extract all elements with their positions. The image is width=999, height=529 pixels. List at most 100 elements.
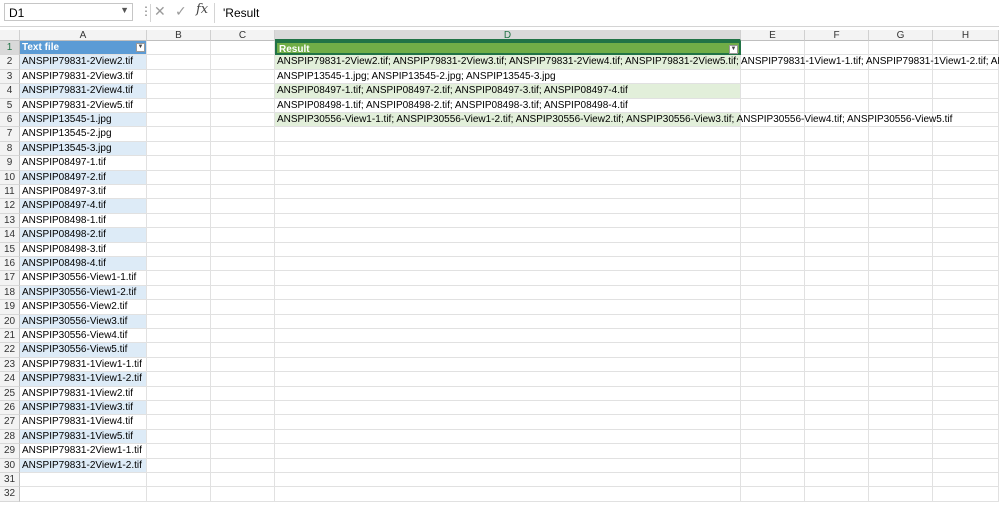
cell-a15[interactable]: ANSPIP08498-3.tif	[20, 242, 147, 257]
cell-f25[interactable]	[805, 386, 869, 401]
cell-c16[interactable]	[211, 257, 275, 272]
cell-h14[interactable]	[933, 228, 999, 243]
cell-f11[interactable]	[805, 185, 869, 200]
cell-h11[interactable]	[933, 185, 999, 200]
cell-b13[interactable]	[147, 213, 211, 229]
cell-g12[interactable]	[869, 199, 933, 214]
cell-b27[interactable]	[147, 415, 211, 430]
cell-d24[interactable]	[275, 372, 741, 387]
cell-a2[interactable]: ANSPIP79831-2View2.tif	[20, 55, 147, 70]
cell-d22[interactable]	[275, 343, 741, 358]
cell-b10[interactable]	[147, 170, 211, 185]
cell-b31[interactable]	[147, 473, 211, 488]
cell-d14[interactable]	[275, 228, 741, 243]
cell-f32[interactable]	[805, 487, 869, 502]
cell-d6[interactable]: ANSPIP30556-View1-1.tif; ANSPIP30556-Vie…	[275, 113, 952, 128]
cell-e23[interactable]	[741, 357, 805, 373]
cell-g11[interactable]	[869, 185, 933, 200]
select-all-corner[interactable]	[0, 30, 20, 41]
row-header[interactable]: 29	[0, 444, 20, 459]
column-header-e[interactable]: E	[741, 30, 805, 41]
cell-e26[interactable]	[741, 401, 805, 416]
cell-h9[interactable]	[933, 156, 999, 171]
chevron-down-icon[interactable]: ▼	[120, 5, 129, 15]
row-header[interactable]: 6	[0, 113, 20, 128]
cell-b12[interactable]	[147, 199, 211, 214]
cell-d29[interactable]	[275, 444, 741, 459]
cell-b11[interactable]	[147, 185, 211, 200]
cell-a9[interactable]: ANSPIP08497-1.tif	[20, 156, 147, 171]
cell-b21[interactable]	[147, 329, 211, 344]
cell-d8[interactable]	[275, 141, 741, 157]
cell-d18[interactable]	[275, 285, 741, 301]
cell-e21[interactable]	[741, 329, 805, 344]
cell-a1[interactable]: Text file ▼	[20, 41, 147, 56]
cell-e11[interactable]	[741, 185, 805, 200]
cell-g16[interactable]	[869, 257, 933, 272]
cell-d3[interactable]: ANSPIP13545-1.jpg; ANSPIP13545-2.jpg; AN…	[275, 69, 741, 85]
cell-e9[interactable]	[741, 156, 805, 171]
cell-a12[interactable]: ANSPIP08497-4.tif	[20, 199, 147, 214]
cell-h7[interactable]	[933, 127, 999, 142]
cancel-icon[interactable]: ✕	[154, 3, 166, 20]
cell-h18[interactable]	[933, 285, 999, 301]
cell-e25[interactable]	[741, 386, 805, 401]
cell-c26[interactable]	[211, 401, 275, 416]
column-header-g[interactable]: G	[869, 30, 933, 41]
cell-g30[interactable]	[869, 458, 933, 473]
cell-g5[interactable]	[869, 98, 933, 113]
cell-g7[interactable]	[869, 127, 933, 142]
cell-b9[interactable]	[147, 156, 211, 171]
row-header[interactable]: 31	[0, 473, 20, 488]
cell-h28[interactable]	[933, 429, 999, 445]
cell-b19[interactable]	[147, 300, 211, 315]
cell-a5[interactable]: ANSPIP79831-2View5.tif	[20, 98, 147, 113]
cell-g32[interactable]	[869, 487, 933, 502]
row-header[interactable]: 15	[0, 242, 20, 257]
cell-g10[interactable]	[869, 170, 933, 185]
cell-c25[interactable]	[211, 386, 275, 401]
row-header[interactable]: 30	[0, 458, 20, 473]
cell-f1[interactable]	[805, 41, 869, 56]
cell-b22[interactable]	[147, 343, 211, 358]
cell-b4[interactable]	[147, 84, 211, 99]
cell-h25[interactable]	[933, 386, 999, 401]
cell-d9[interactable]	[275, 156, 741, 171]
cell-b24[interactable]	[147, 372, 211, 387]
cell-e19[interactable]	[741, 300, 805, 315]
cell-a26[interactable]: ANSPIP79831-1View3.tif	[20, 401, 147, 416]
row-header[interactable]: 4	[0, 84, 20, 99]
cell-e27[interactable]	[741, 415, 805, 430]
cell-b2[interactable]	[147, 55, 211, 70]
row-header[interactable]: 13	[0, 213, 20, 229]
cell-c29[interactable]	[211, 444, 275, 459]
row-header[interactable]: 9	[0, 156, 20, 171]
cell-h32[interactable]	[933, 487, 999, 502]
cell-f30[interactable]	[805, 458, 869, 473]
row-header[interactable]: 10	[0, 170, 20, 185]
cell-c3[interactable]	[211, 69, 275, 85]
cell-g21[interactable]	[869, 329, 933, 344]
cell-f20[interactable]	[805, 314, 869, 329]
cell-f28[interactable]	[805, 429, 869, 445]
cell-d17[interactable]	[275, 271, 741, 286]
cell-c14[interactable]	[211, 228, 275, 243]
cell-b25[interactable]	[147, 386, 211, 401]
cell-a18[interactable]: ANSPIP30556-View1-2.tif	[20, 285, 147, 301]
row-header[interactable]: 27	[0, 415, 20, 430]
cell-e4[interactable]	[741, 84, 805, 99]
cell-c11[interactable]	[211, 185, 275, 200]
cell-e1[interactable]	[741, 41, 805, 56]
cell-h5[interactable]	[933, 98, 999, 113]
cell-e30[interactable]	[741, 458, 805, 473]
cell-g29[interactable]	[869, 444, 933, 459]
cell-e17[interactable]	[741, 271, 805, 286]
cell-d1[interactable]: Result ▼	[275, 41, 741, 56]
cell-e28[interactable]	[741, 429, 805, 445]
cell-h31[interactable]	[933, 473, 999, 488]
row-header[interactable]: 12	[0, 199, 20, 214]
cell-d2[interactable]: ANSPIP79831-2View2.tif; ANSPIP79831-2Vie…	[275, 55, 999, 70]
cell-d7[interactable]	[275, 127, 741, 142]
row-header[interactable]: 16	[0, 257, 20, 272]
row-header[interactable]: 7	[0, 127, 20, 142]
